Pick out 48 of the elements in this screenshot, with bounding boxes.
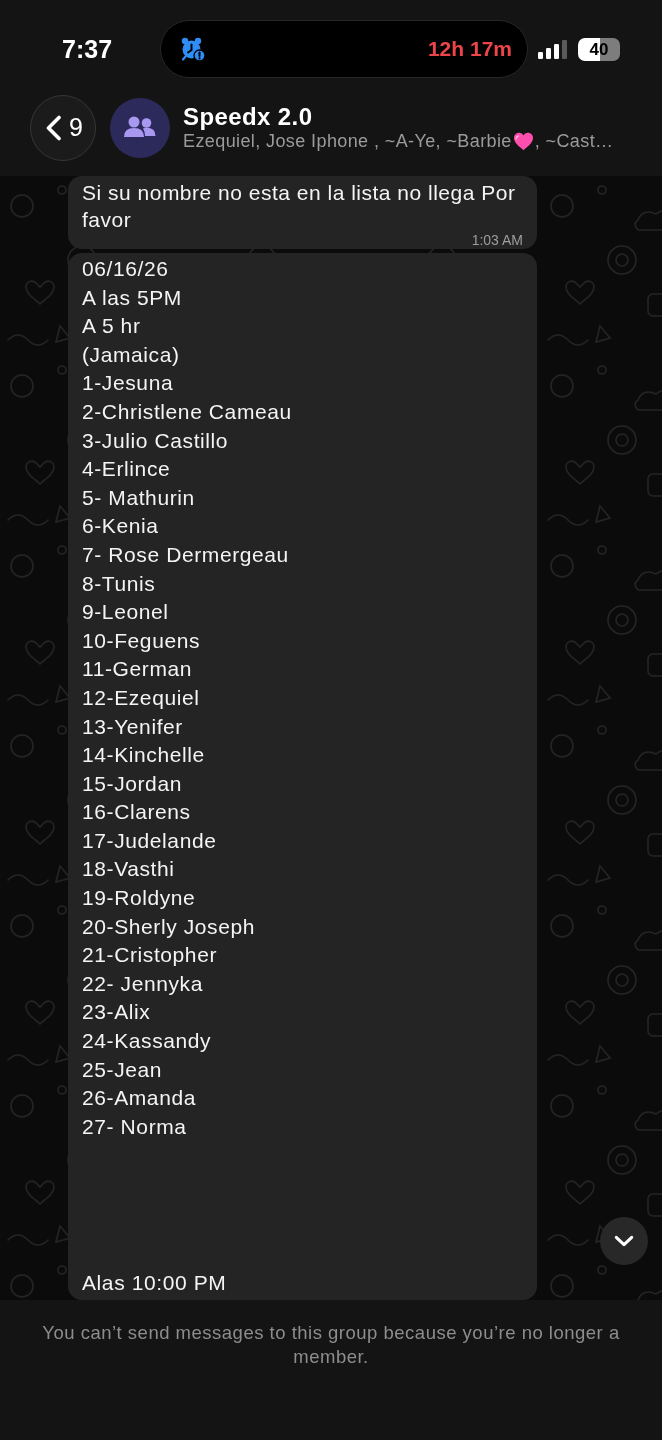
member-list-text: , ~Cast… xyxy=(534,130,614,152)
message-line: (Jamaica) xyxy=(82,341,181,368)
message-line: 13-Yenifer xyxy=(82,713,184,740)
heart-icon xyxy=(512,131,534,151)
message-line: 22- Jennyka xyxy=(82,970,204,997)
alarm-clock-icon xyxy=(180,36,206,62)
message-line: A 5 hr xyxy=(82,313,142,340)
chevron-down-icon xyxy=(614,1235,634,1247)
message-line: 7- Rose Dermergeau xyxy=(82,541,290,568)
message-line: 14-Kinchelle xyxy=(82,742,206,769)
message-line: 15-Jordan xyxy=(82,770,183,797)
message-line: 27- Norma xyxy=(82,1113,188,1140)
message-line: 10-Feguens xyxy=(82,627,202,654)
message-text: Si su nombre no esta en la lista no llega Por favor xyxy=(82,180,517,233)
message-line: 9-Leonel xyxy=(82,599,170,626)
message-line: 23-Alix xyxy=(82,999,152,1026)
message-line: 8-Tunis xyxy=(82,570,157,597)
message-line: 06/16/26 xyxy=(82,256,170,282)
message-line: 11-German xyxy=(82,656,194,683)
message-line: 20-Sherly Joseph xyxy=(82,913,257,940)
message-line: A las 5PM xyxy=(82,284,183,311)
message-line: 18-Vasthi xyxy=(82,856,176,883)
message-line: 1-Jesuna xyxy=(82,370,175,397)
message-line: 21-Cristopher xyxy=(82,942,219,969)
status-time: 7:37 xyxy=(62,34,114,64)
message-line: 16-Clarens xyxy=(82,799,192,826)
chat-title: Speedx 2.0 xyxy=(183,103,314,130)
message-line: 25-Jean xyxy=(82,1056,164,1083)
battery-indicator: 40 xyxy=(578,37,620,61)
timer-text: 12h 17m xyxy=(427,36,512,62)
back-button[interactable]: 9 xyxy=(30,94,96,161)
message-line: 3-Julio Castillo xyxy=(82,427,230,454)
message-line: 12-Ezequiel xyxy=(82,684,201,711)
member-notice-text: You can’t send messages to this group because you’re no longer a member. xyxy=(41,1321,621,1369)
message-line: 6-Kenia xyxy=(82,513,160,540)
message-line: Alas 10:00 PM xyxy=(82,1270,228,1297)
message-line: 4-Erlince xyxy=(82,456,172,483)
message-line: 2-Christlene Cameau xyxy=(82,398,293,425)
message-line: 19-Roldyne xyxy=(82,885,197,912)
group-avatar-icon[interactable] xyxy=(110,97,170,158)
message-time: 1:03 AM xyxy=(471,233,523,247)
chevron-left-icon xyxy=(45,114,63,141)
signal-icon xyxy=(538,39,568,59)
message-line: 26-Amanda xyxy=(82,1085,197,1112)
member-list-text: Ezequiel, Jose Iphone , ~A-Ye, ~Barbie xyxy=(183,130,512,152)
message-line: 24-Kassandy xyxy=(82,1028,213,1055)
message-line: 17-Judelande xyxy=(82,827,218,854)
message-line: 5- Mathurin xyxy=(82,484,196,511)
